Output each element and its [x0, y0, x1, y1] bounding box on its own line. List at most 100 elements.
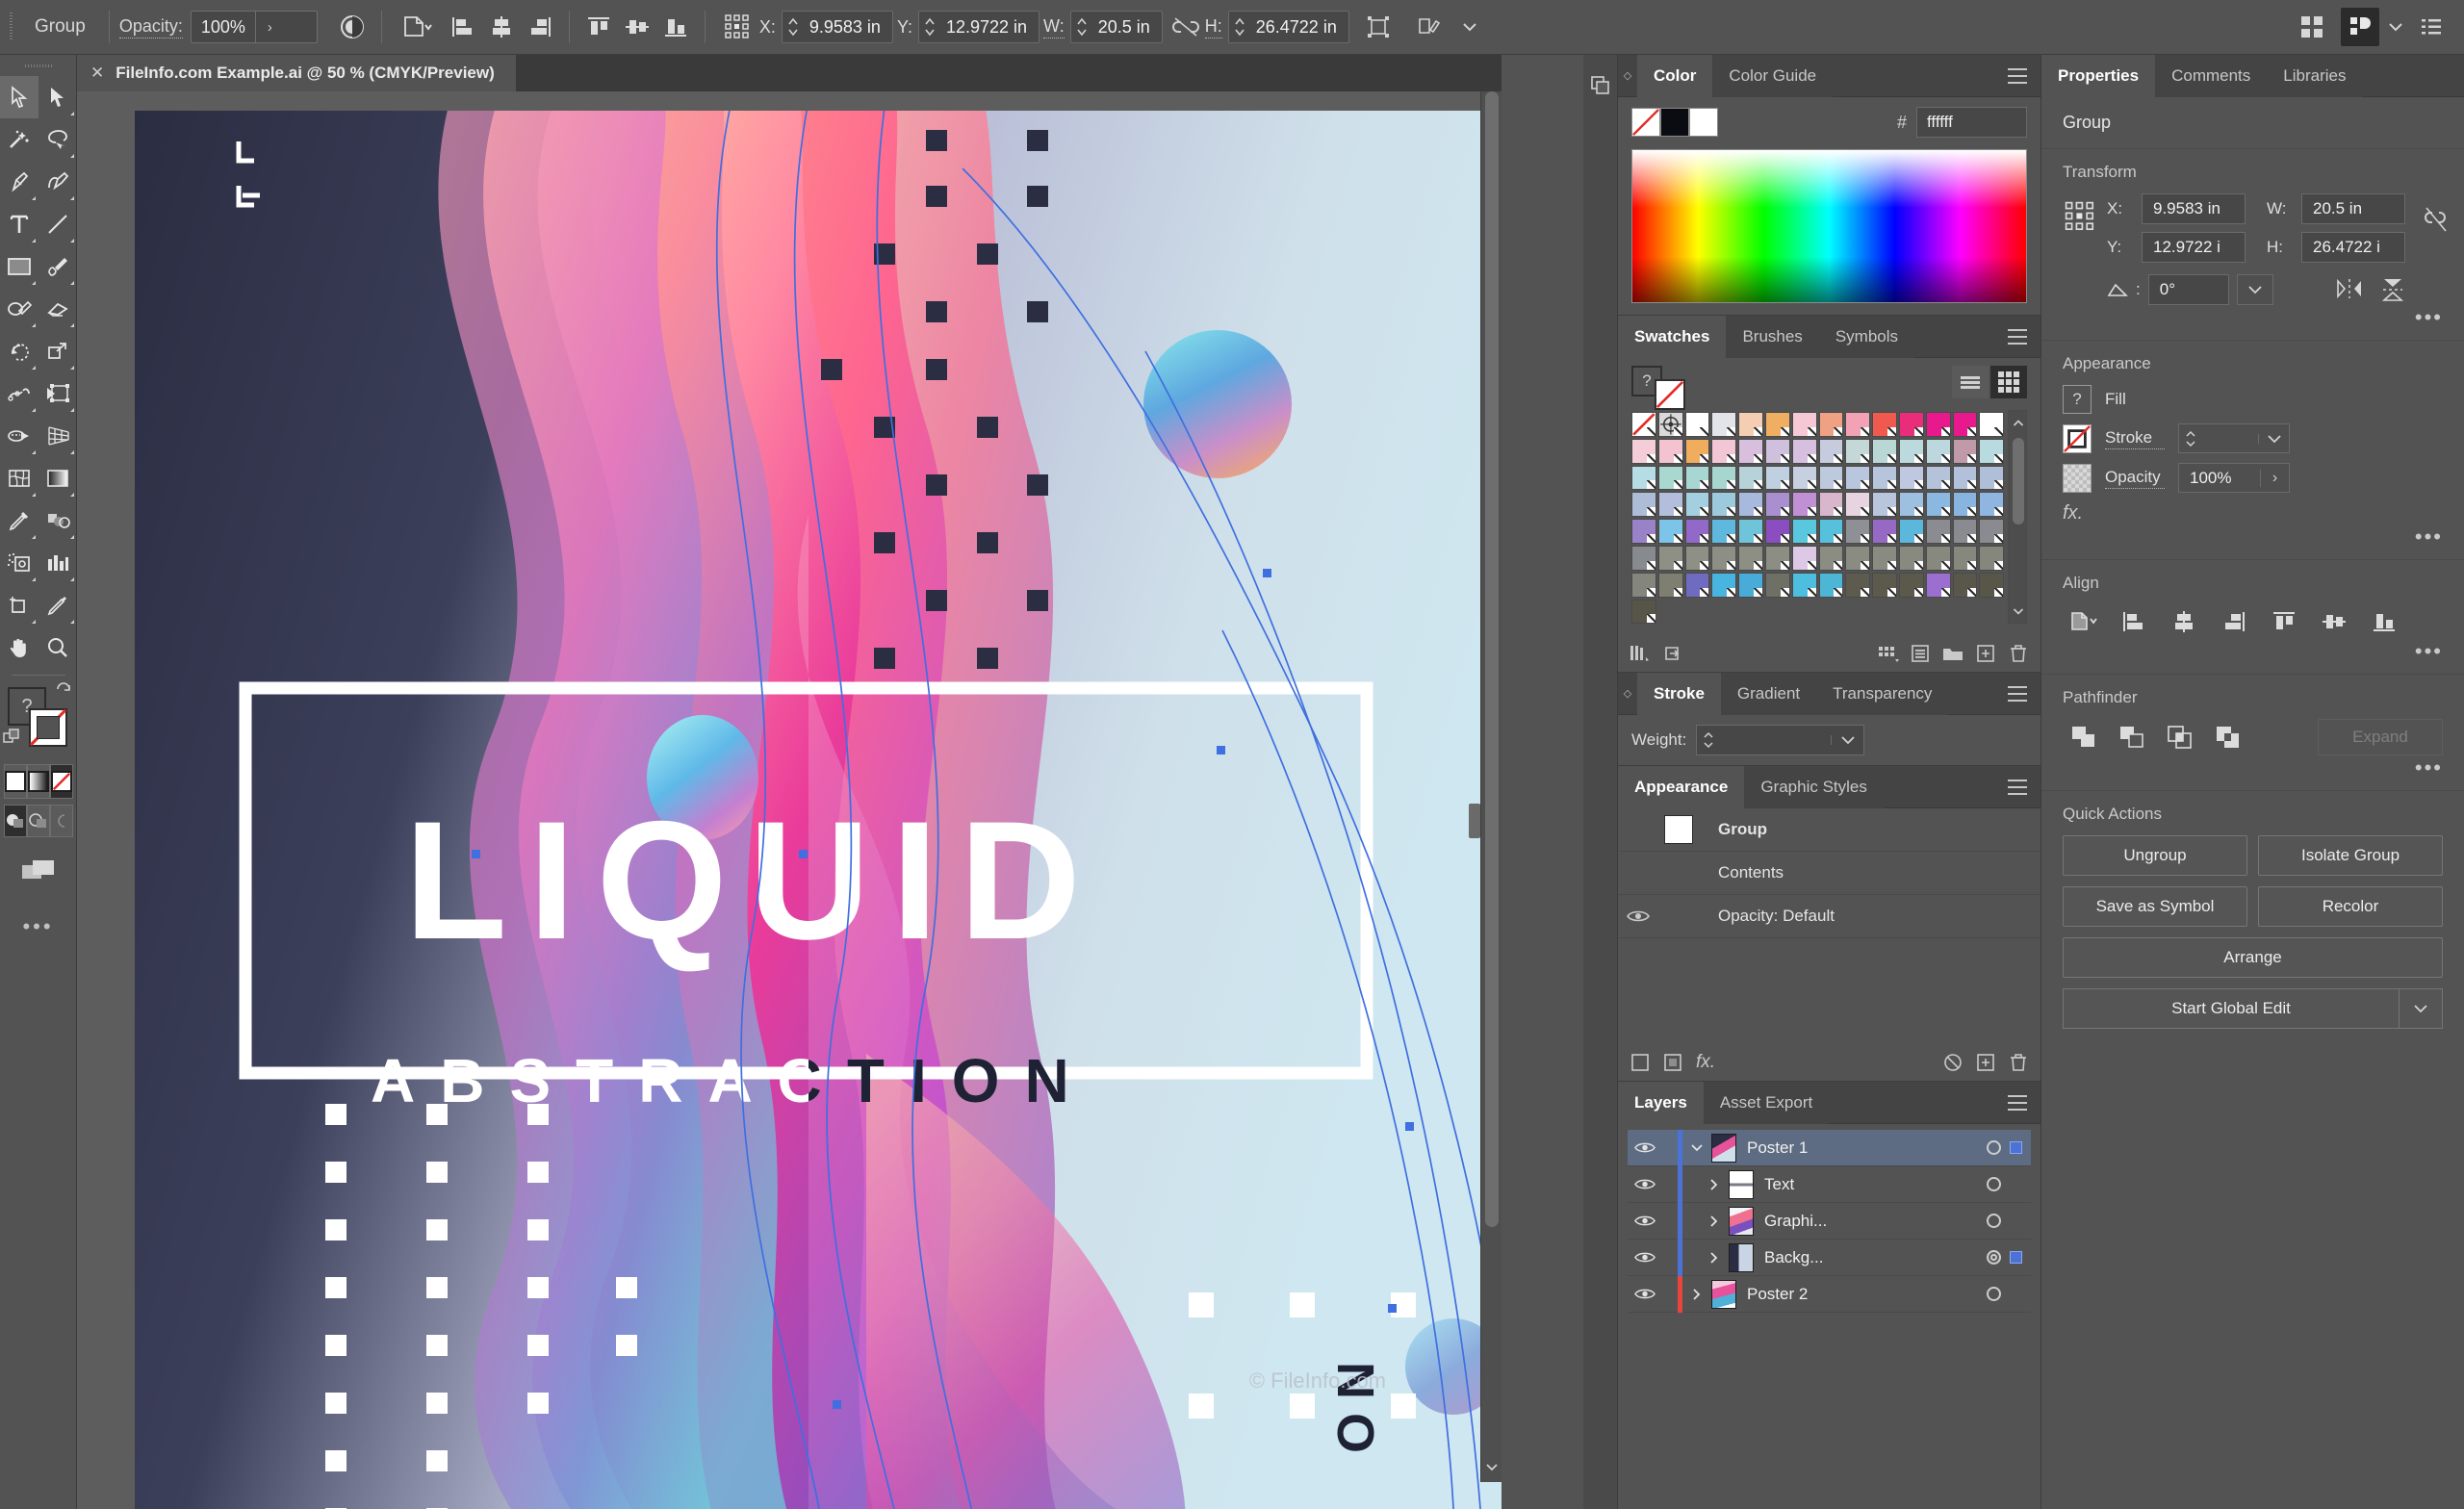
line-segment-tool[interactable] [38, 203, 77, 245]
collapse-panels-icon[interactable] [1588, 72, 1613, 97]
swatch-cell[interactable] [1952, 519, 1978, 544]
arrange-grid-icon[interactable] [2293, 8, 2331, 46]
flip-vertical-icon[interactable] [2380, 277, 2405, 302]
panel-menu-icon[interactable] [2008, 329, 2027, 345]
minus-front-icon[interactable] [2111, 720, 2153, 754]
swatch-cell[interactable] [1845, 438, 1871, 464]
width-tool[interactable] [0, 372, 38, 415]
swatch-cell[interactable] [1818, 545, 1844, 571]
layer-row[interactable]: Graphi... [1628, 1202, 2031, 1240]
scrollbar-thumb[interactable] [2013, 438, 2024, 524]
layer-target-icon[interactable] [1987, 1250, 2001, 1266]
chevron-right-icon[interactable]: › [254, 12, 284, 42]
stepper-icon[interactable] [1071, 14, 1092, 39]
layer-name[interactable]: Backg... [1764, 1248, 1823, 1267]
swatch-cell[interactable] [1631, 492, 1656, 518]
canvas-vertical-scrollbar[interactable] [1480, 91, 1502, 1482]
change-screen-mode-button[interactable] [10, 851, 67, 889]
opacity-field[interactable]: 100% › [2178, 463, 2290, 493]
tab-gradient[interactable]: Gradient [1720, 672, 1817, 715]
mixed-fill-icon[interactable]: ? [2063, 385, 2092, 414]
swatch-cell[interactable] [1631, 599, 1656, 625]
color-fill-mode-button[interactable] [4, 764, 27, 799]
chevron-right-icon[interactable]: › [2260, 469, 2289, 487]
layer-row[interactable]: Backg... [1628, 1239, 2031, 1277]
scrollbar-thumb[interactable] [1485, 91, 1499, 1227]
swatch-cell[interactable] [1898, 519, 1924, 544]
link-to-library-icon[interactable] [1656, 639, 1689, 668]
constrain-proportions-icon[interactable] [2421, 203, 2450, 236]
arrange-button[interactable]: Arrange [2063, 937, 2443, 978]
link-broken-icon[interactable] [1167, 8, 1205, 46]
stroke-weight-field[interactable] [2178, 423, 2290, 453]
stepper-icon[interactable] [1697, 729, 1720, 752]
recolor-button[interactable]: Recolor [2258, 886, 2443, 927]
tab-libraries[interactable]: Libraries [2267, 54, 2363, 97]
swatch-cell[interactable] [1791, 465, 1817, 491]
swatch-cell[interactable] [1845, 545, 1871, 571]
white-swatch[interactable] [1689, 108, 1718, 137]
swatch-grid[interactable] [1631, 412, 2005, 625]
artboard-tool[interactable] [0, 584, 38, 627]
swatch-cell[interactable] [1657, 412, 1683, 437]
swap-fill-stroke-icon[interactable] [54, 681, 73, 701]
mesh-tool[interactable] [0, 457, 38, 499]
swatch-cell[interactable] [1845, 465, 1871, 491]
chevron-down-icon[interactable] [1831, 735, 1863, 746]
pathfinder-more-options[interactable]: ••• [2063, 755, 2443, 780]
swatch-cell[interactable] [1898, 465, 1924, 491]
swatch-cell[interactable] [1818, 519, 1844, 544]
swatch-cell[interactable] [1684, 545, 1710, 571]
swatch-cell[interactable] [1791, 572, 1817, 598]
chevron-right-icon[interactable] [1700, 1251, 1729, 1265]
chevron-right-icon[interactable] [1700, 1215, 1729, 1228]
control-bar-grip[interactable] [0, 0, 21, 55]
h-field[interactable]: 26.4722 in [1227, 11, 1349, 43]
angle-field[interactable]: 0° [2147, 274, 2229, 305]
chevron-down-icon[interactable] [1682, 1143, 1711, 1153]
eye-icon[interactable] [1628, 1250, 1662, 1265]
swatch-cell[interactable] [1791, 492, 1817, 518]
swatch-cell[interactable] [1898, 492, 1924, 518]
tab-transparency[interactable]: Transparency [1816, 672, 1949, 715]
h-field[interactable]: 26.4722 i [2301, 232, 2405, 263]
layer-target-icon[interactable] [1987, 1140, 2001, 1156]
eye-icon[interactable] [1628, 1140, 1662, 1155]
add-new-fill-icon[interactable] [1624, 1048, 1656, 1077]
tab-stroke[interactable]: Stroke [1637, 672, 1721, 715]
gradient-tool[interactable] [38, 457, 77, 499]
swatch-cell[interactable] [1738, 519, 1763, 544]
swatch-cell[interactable] [1818, 412, 1844, 437]
stroke-swatch-icon[interactable] [2063, 423, 2092, 453]
x-field[interactable]: 9.9583 in [781, 11, 893, 43]
swatch-cell[interactable] [1952, 438, 1978, 464]
y-field[interactable]: 12.9722 in [917, 11, 1040, 43]
swatch-cell[interactable] [1845, 572, 1871, 598]
swatch-cell[interactable] [1818, 465, 1844, 491]
layer-target-icon[interactable] [1987, 1287, 2001, 1302]
tab-asset-export[interactable]: Asset Export [1703, 1081, 1830, 1124]
eye-icon[interactable] [1628, 1214, 1662, 1228]
swatch-cell[interactable] [1657, 519, 1683, 544]
swatch-cell[interactable] [1872, 438, 1897, 464]
swatch-cell[interactable] [1979, 465, 2005, 491]
fill-row[interactable]: ? Fill [2063, 385, 2443, 414]
y-coordinate-control[interactable]: Y: 12.9722 in [897, 11, 1040, 43]
appearance-more-options[interactable]: ••• [2063, 524, 2443, 550]
shape-builder-tool[interactable] [0, 415, 38, 457]
tab-properties[interactable]: Properties [2041, 54, 2156, 97]
new-color-group-icon[interactable] [1937, 639, 1969, 668]
stroke-weight-field[interactable] [1696, 725, 1865, 756]
swatch-cell[interactable] [1738, 412, 1763, 437]
layer-row[interactable]: Poster 1 [1628, 1129, 2031, 1167]
paintbrush-tool[interactable] [38, 245, 77, 288]
swatch-cell[interactable] [1979, 519, 2005, 544]
ungroup-button[interactable]: Ungroup [2063, 835, 2247, 876]
default-fill-stroke-icon[interactable] [2, 728, 25, 751]
align-left-icon[interactable] [2113, 604, 2155, 639]
hand-tool[interactable] [0, 627, 38, 669]
black-swatch[interactable] [1660, 108, 1689, 137]
swatch-cell[interactable] [1845, 519, 1871, 544]
appearance-row-contents[interactable]: Contents [1618, 852, 2040, 896]
hex-input[interactable]: ffffff [1916, 107, 2027, 138]
